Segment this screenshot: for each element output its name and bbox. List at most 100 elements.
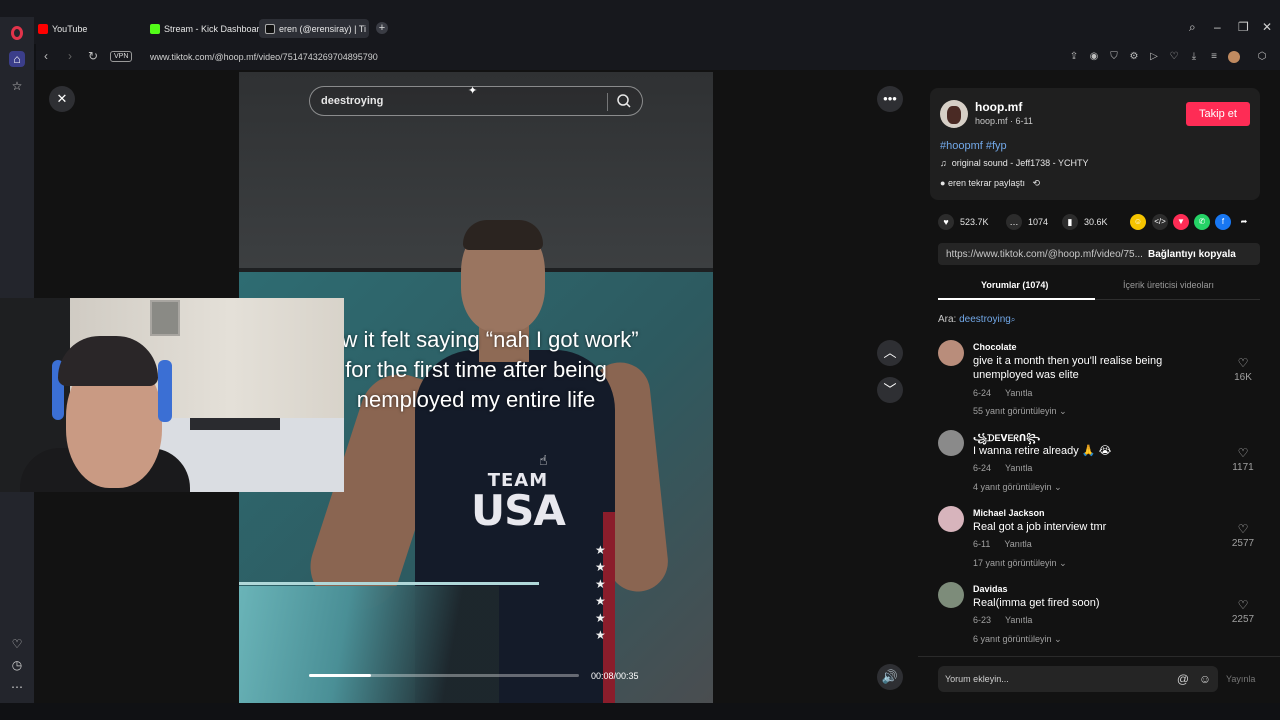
video-link[interactable]: https://www.tiktok.com/@hoop.mf/video/75… bbox=[946, 249, 1142, 260]
previous-video-button[interactable]: ︿ bbox=[877, 340, 903, 366]
cube-icon[interactable]: ⬡ bbox=[1256, 51, 1268, 63]
search-tabs-icon[interactable]: ⌕ bbox=[1189, 20, 1196, 35]
opera-logo[interactable] bbox=[11, 26, 23, 40]
embed-icon[interactable]: </> bbox=[1152, 214, 1168, 230]
tab-label: eren (@erensiray) | Ti bbox=[279, 23, 366, 34]
chevron-down-icon: ⌄ bbox=[1054, 482, 1062, 492]
kick-icon bbox=[150, 23, 160, 34]
comment-like[interactable]: ♡ 1171 bbox=[1228, 446, 1258, 473]
forward-button[interactable]: › bbox=[68, 49, 72, 63]
close-window-button[interactable]: ✕ bbox=[1262, 20, 1272, 34]
heart-icon[interactable]: ♡ bbox=[9, 636, 25, 652]
like-stat[interactable]: ♥ 523.7K bbox=[938, 214, 989, 230]
tab-kick[interactable]: Stream - Kick Dashboard bbox=[150, 19, 265, 38]
progress-fill bbox=[309, 674, 372, 677]
reload-icon[interactable]: ↻ bbox=[88, 49, 98, 63]
progress-bar[interactable] bbox=[309, 674, 579, 677]
history-icon[interactable]: ◷ bbox=[9, 657, 25, 673]
star-icon[interactable]: ☆ bbox=[9, 78, 25, 94]
emoji-icon[interactable]: ☺ bbox=[1198, 672, 1212, 686]
camera-icon[interactable]: ◉ bbox=[1088, 51, 1100, 63]
minimize-button[interactable]: – bbox=[1214, 20, 1221, 34]
url-field[interactable]: www.tiktok.com/@hoop.mf/video/7514743269… bbox=[150, 52, 378, 62]
reply-button[interactable]: Yanıtla bbox=[1005, 615, 1032, 625]
tab-label: Stream - Kick Dashboard bbox=[164, 23, 265, 34]
tab-youtube[interactable]: YouTube bbox=[38, 19, 87, 38]
back-button[interactable]: ‹ bbox=[44, 49, 48, 63]
comment-like[interactable]: ♡ 16K bbox=[1228, 356, 1258, 383]
hashtags[interactable]: #hoopmf #fyp bbox=[940, 140, 1007, 152]
tiktok-icon bbox=[265, 23, 275, 34]
extension-icon[interactable]: ⚙ bbox=[1128, 51, 1140, 63]
comment-author[interactable]: Chocolate bbox=[973, 342, 1017, 352]
tab-comments[interactable]: Yorumlar (1074) bbox=[981, 280, 1048, 290]
heart-icon: ♡ bbox=[1237, 598, 1249, 612]
play-icon[interactable]: ▷ bbox=[1148, 51, 1160, 63]
comment-avatar[interactable] bbox=[938, 430, 964, 456]
next-video-button[interactable]: ﹀ bbox=[877, 377, 903, 403]
sound-link[interactable]: ♫ original sound - Jeff1738 - YCHTY bbox=[940, 158, 1089, 168]
author-username[interactable]: hoop.mf bbox=[975, 100, 1022, 114]
close-video-button[interactable]: ✕ bbox=[49, 86, 75, 112]
view-replies-button[interactable]: 55 yanıt görüntüleyin ⌄ bbox=[973, 406, 1067, 417]
home-icon[interactable]: ⌂ bbox=[9, 51, 25, 67]
more-icon[interactable]: ⋯ bbox=[9, 679, 25, 695]
author-avatar[interactable] bbox=[940, 100, 968, 128]
search-icon[interactable] bbox=[616, 93, 632, 109]
comment-like-count: 16K bbox=[1234, 372, 1252, 383]
view-replies-label: 6 yanıt görüntüleyin bbox=[973, 634, 1052, 644]
comment-author[interactable]: Davidas bbox=[973, 584, 1008, 594]
reply-button[interactable]: Yanıtla bbox=[1005, 388, 1032, 398]
share-friends-icon[interactable]: ☺ bbox=[1130, 214, 1146, 230]
comment-meta: 6-11 Yanıtla bbox=[973, 539, 1032, 549]
comment-avatar[interactable] bbox=[938, 506, 964, 532]
reply-button[interactable]: Yanıtla bbox=[1005, 463, 1032, 473]
mention-icon[interactable]: @ bbox=[1176, 672, 1190, 686]
profile-avatar[interactable] bbox=[1228, 51, 1240, 63]
facebook-icon[interactable]: f bbox=[1215, 214, 1231, 230]
search-input[interactable]: deestroying bbox=[321, 95, 383, 107]
comment-avatar[interactable] bbox=[938, 582, 964, 608]
publish-button[interactable]: Yayınla bbox=[1226, 674, 1255, 684]
new-tab-button[interactable]: + bbox=[376, 22, 388, 34]
bookmark-icon: ▮ bbox=[1062, 214, 1078, 230]
send-icon[interactable]: ▼ bbox=[1173, 214, 1189, 230]
save-stat[interactable]: ▮ 30.6K bbox=[1062, 214, 1108, 230]
share-page-icon[interactable]: ⇪ bbox=[1068, 51, 1080, 63]
tab-tiktok[interactable]: eren (@erensiray) | Ti bbox=[259, 19, 369, 38]
follow-button[interactable]: Takip et bbox=[1186, 102, 1250, 126]
music-note-icon: ♫ bbox=[940, 158, 952, 168]
comment-stat[interactable]: … 1074 bbox=[1006, 214, 1048, 230]
vpn-badge[interactable]: VPN bbox=[110, 51, 133, 62]
comment-text: give it a month then you'll realise bein… bbox=[973, 355, 1163, 381]
reply-button[interactable]: Yanıtla bbox=[1004, 539, 1031, 549]
view-replies-button[interactable]: 6 yanıt görüntüleyin ⌄ bbox=[973, 634, 1062, 645]
repost-info: ● eren tekrar paylaştı ⟲ bbox=[940, 178, 1040, 189]
search-term-link[interactable]: deestroying bbox=[959, 314, 1011, 325]
details-panel: hoop.mf hoop.mf · 6-11 Takip et #hoopmf … bbox=[918, 70, 1280, 703]
view-replies-button[interactable]: 4 yanıt görüntüleyin ⌄ bbox=[973, 482, 1062, 493]
view-replies-button[interactable]: 17 yanıt görüntüleyin ⌄ bbox=[973, 558, 1067, 569]
comment-like[interactable]: ♡ 2577 bbox=[1228, 522, 1258, 549]
comment-like-count: 1171 bbox=[1232, 462, 1254, 473]
volume-button[interactable]: 🔊 bbox=[877, 664, 903, 690]
repost-avatar-icon: ● bbox=[940, 178, 948, 188]
heart-icon[interactable]: ♡ bbox=[1168, 51, 1180, 63]
comment-text: Real(imma get fired soon) bbox=[973, 597, 1100, 609]
tab-creator-videos[interactable]: İçerik üreticisi videoları bbox=[1123, 280, 1214, 290]
comment-avatar[interactable] bbox=[938, 340, 964, 366]
whatsapp-icon[interactable]: ✆ bbox=[1194, 214, 1210, 230]
comment-author[interactable]: Michael Jackson bbox=[973, 508, 1045, 518]
repost-icon: ⟲ bbox=[1024, 178, 1041, 188]
more-options-button[interactable]: ••• bbox=[877, 86, 903, 112]
comment-input[interactable]: Yorum ekleyin... @ ☺ bbox=[938, 666, 1218, 692]
menu-icon[interactable]: ≡ bbox=[1208, 51, 1220, 63]
glitch-line bbox=[239, 582, 539, 585]
maximize-button[interactable]: ❐ bbox=[1238, 20, 1249, 34]
comment-like[interactable]: ♡ 2257 bbox=[1228, 598, 1258, 625]
share-arrow-icon[interactable]: ➦ bbox=[1236, 214, 1252, 230]
copy-link-button[interactable]: Bağlantıyı kopyala bbox=[1148, 249, 1236, 260]
shield-icon[interactable]: ⛉ bbox=[1108, 51, 1120, 63]
download-icon[interactable]: ⤓ bbox=[1188, 51, 1200, 63]
comment-date: 6-24 bbox=[973, 463, 992, 473]
